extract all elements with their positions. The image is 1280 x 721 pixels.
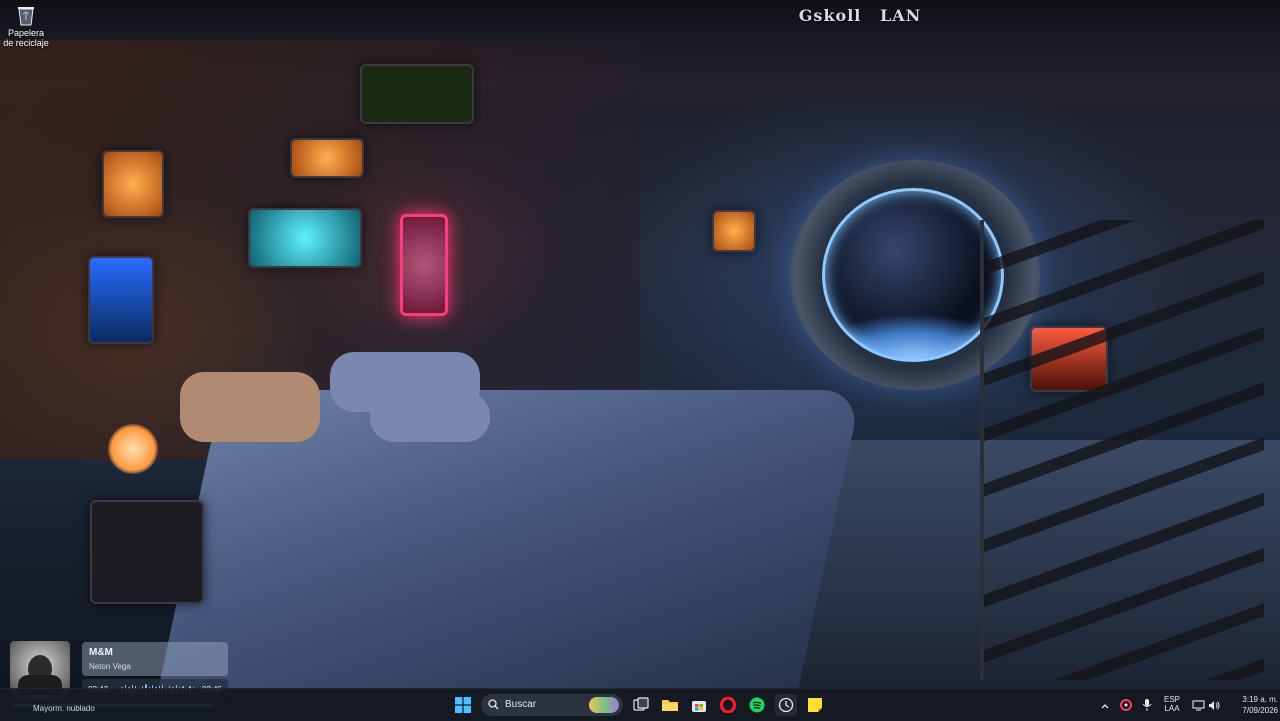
title-left-word: Gskoll bbox=[798, 6, 862, 25]
wallpaper-pillow bbox=[370, 392, 490, 442]
desktop-icon-recycle-bin[interactable]: Papelera de reciclaje bbox=[2, 2, 50, 48]
wallpaper-screen bbox=[712, 210, 756, 252]
volume-icon[interactable] bbox=[1208, 698, 1220, 716]
circular-app-icon[interactable] bbox=[775, 694, 797, 716]
recycle-bin-icon bbox=[16, 4, 36, 26]
wallpaper-screen bbox=[290, 138, 364, 178]
track-title: M&M bbox=[89, 647, 113, 658]
search-placeholder: Buscar bbox=[505, 699, 537, 710]
weather-text[interactable]: Mayorm. nublado bbox=[33, 704, 95, 713]
clock-date: 7/09/2026 bbox=[1242, 706, 1278, 715]
taskbar-search[interactable]: Buscar bbox=[481, 694, 623, 716]
task-view-icon[interactable] bbox=[630, 694, 652, 716]
wallpaper-screen bbox=[248, 208, 362, 268]
track-info[interactable]: M&M Neton Vega bbox=[82, 642, 228, 676]
wallpaper-lamp-glow bbox=[108, 424, 158, 474]
store-icon[interactable] bbox=[688, 694, 710, 716]
wallpaper-title: Gskoll LAN bbox=[760, 6, 960, 25]
wallpaper-porthole-earth bbox=[822, 188, 1004, 362]
taskbar-pinned-apps: Buscar bbox=[452, 693, 826, 717]
wallpaper-stairs bbox=[980, 220, 1264, 680]
wallpaper-screen bbox=[360, 64, 474, 124]
wallpaper-screen bbox=[102, 150, 164, 218]
title-right-word: LAN bbox=[879, 6, 922, 25]
language-indicator[interactable]: ESP LAA bbox=[1162, 695, 1182, 713]
wallpaper-neon-panel bbox=[400, 214, 448, 316]
spotify-icon[interactable] bbox=[746, 694, 768, 716]
wallpaper-screen bbox=[88, 256, 154, 344]
chevron-up-icon[interactable] bbox=[1100, 698, 1110, 716]
microphone-icon[interactable] bbox=[1142, 698, 1152, 716]
windows-start-icon[interactable] bbox=[452, 694, 474, 716]
folder-icon[interactable] bbox=[659, 694, 681, 716]
sticky-notes-icon[interactable] bbox=[804, 694, 826, 716]
taskbar: Mayorm. nublado Buscar ESP LAA 3:19 a. m… bbox=[0, 688, 1280, 721]
keyboard-layout: LAA bbox=[1164, 704, 1180, 713]
network-icon[interactable] bbox=[1192, 698, 1205, 716]
wallpaper-nightstand bbox=[90, 500, 204, 604]
system-clock[interactable]: 3:19 a. m. 7/09/2026 bbox=[1224, 694, 1278, 716]
wallpaper-pillow bbox=[180, 372, 320, 442]
opera-icon[interactable] bbox=[717, 694, 739, 716]
track-artist: Neton Vega bbox=[89, 662, 131, 671]
tray-app-icon[interactable] bbox=[1120, 698, 1132, 716]
search-highlight-image bbox=[589, 697, 619, 713]
desktop-icon-label: Papelera de reciclaje bbox=[3, 28, 49, 48]
search-icon bbox=[488, 699, 499, 710]
desktop-wallpaper bbox=[0, 0, 1280, 688]
clock-time: 3:19 a. m. bbox=[1242, 695, 1278, 704]
language-code: ESP bbox=[1163, 695, 1180, 704]
